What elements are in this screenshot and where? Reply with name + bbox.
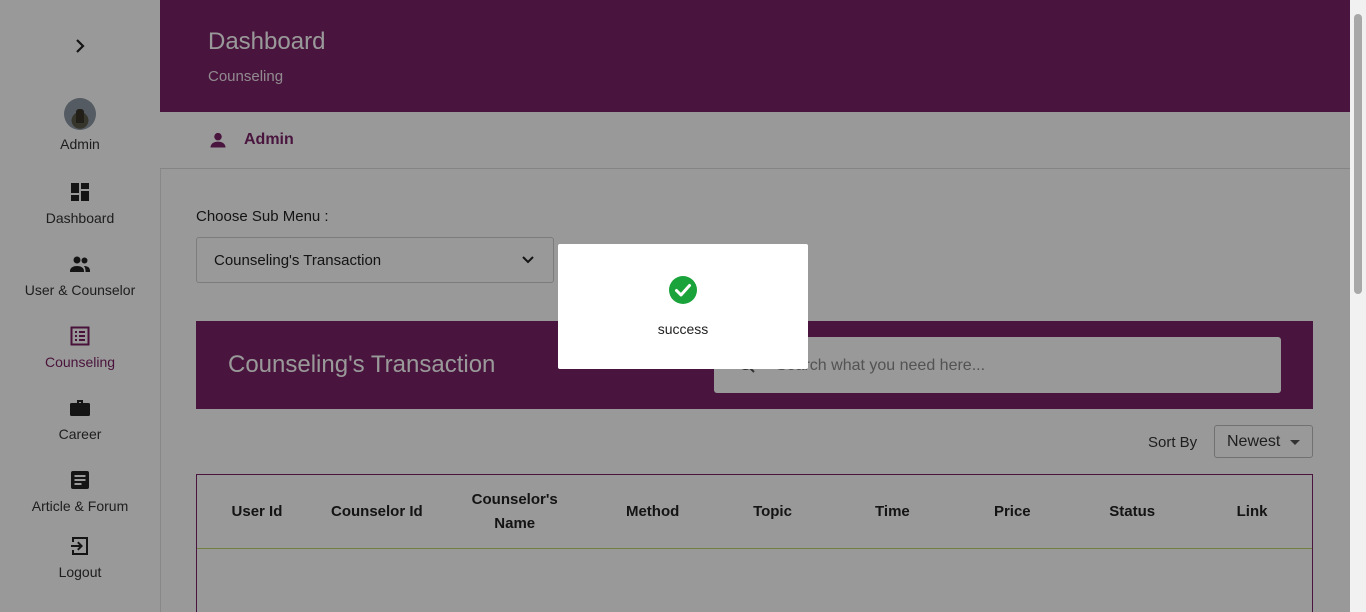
- scrollbar[interactable]: [1350, 0, 1366, 612]
- success-check-icon: [669, 276, 697, 304]
- success-dialog: success: [558, 244, 808, 369]
- success-message: success: [657, 321, 709, 337]
- scrollbar-thumb[interactable]: [1354, 14, 1362, 294]
